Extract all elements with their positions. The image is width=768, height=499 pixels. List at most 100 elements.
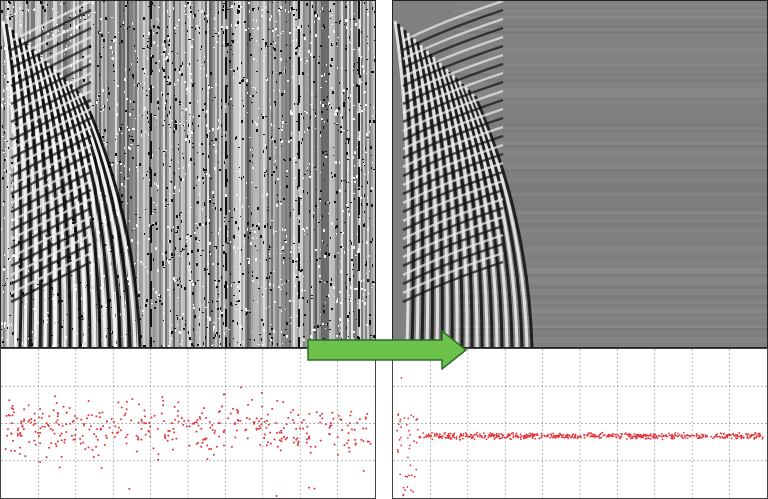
data-point — [174, 418, 177, 421]
data-point — [236, 410, 239, 413]
data-point — [205, 416, 208, 419]
data-point — [321, 412, 324, 415]
data-point — [619, 437, 621, 440]
data-point — [48, 446, 51, 449]
data-point — [406, 437, 409, 439]
data-point — [131, 398, 134, 401]
data-point — [519, 433, 522, 436]
data-point — [260, 423, 263, 426]
data-point — [140, 420, 143, 423]
data-point — [20, 422, 23, 425]
data-point — [444, 436, 447, 439]
data-point — [410, 414, 413, 416]
data-point — [398, 438, 401, 441]
data-point — [441, 437, 443, 440]
data-point — [162, 399, 165, 402]
data-point — [102, 424, 105, 427]
data-point — [125, 400, 128, 403]
data-point — [302, 419, 305, 422]
data-point — [362, 427, 365, 430]
data-point — [341, 428, 344, 431]
data-point — [244, 429, 247, 432]
data-point — [574, 434, 577, 436]
data-point — [97, 454, 100, 457]
data-point — [56, 415, 59, 418]
data-point — [280, 429, 283, 432]
data-point — [308, 486, 311, 489]
data-point — [137, 421, 140, 424]
data-point — [209, 426, 212, 429]
data-point — [529, 432, 531, 435]
data-point — [453, 432, 456, 435]
data-point — [91, 448, 94, 451]
data-point — [686, 434, 689, 437]
data-point — [48, 415, 51, 418]
data-point — [605, 435, 608, 438]
data-point — [356, 421, 359, 424]
data-point — [41, 425, 44, 428]
data-point — [12, 408, 15, 411]
data-point — [217, 422, 220, 425]
data-point — [230, 445, 233, 448]
data-point — [236, 419, 239, 422]
data-point — [747, 437, 749, 439]
data-point — [476, 431, 479, 434]
data-point — [543, 435, 546, 438]
data-point — [493, 438, 496, 440]
data-point — [366, 412, 369, 415]
data-point — [415, 441, 418, 444]
data-point — [140, 427, 143, 430]
data-point — [407, 417, 410, 420]
data-point — [449, 438, 452, 441]
scatter-chart-before — [1, 349, 375, 498]
data-point — [167, 429, 170, 432]
data-point — [566, 436, 569, 439]
data-point — [82, 441, 85, 444]
data-point — [33, 419, 36, 422]
data-point — [614, 433, 617, 436]
data-point — [506, 435, 509, 437]
data-point — [676, 432, 679, 435]
data-point — [683, 435, 686, 437]
data-point — [32, 423, 35, 426]
data-point — [640, 435, 643, 438]
data-point — [364, 417, 367, 420]
data-point — [269, 431, 272, 434]
data-point — [512, 435, 515, 438]
data-point — [684, 436, 687, 439]
data-point — [198, 415, 201, 418]
data-point — [523, 437, 525, 440]
data-point — [527, 434, 530, 437]
data-point — [735, 434, 737, 436]
data-point — [144, 415, 147, 418]
data-point — [470, 437, 473, 439]
data-point — [87, 400, 90, 403]
data-point — [721, 436, 724, 438]
data-point — [427, 435, 430, 438]
data-point — [638, 435, 641, 437]
data-point — [515, 432, 518, 435]
data-point — [264, 433, 267, 436]
data-point — [583, 437, 586, 439]
data-point — [34, 430, 37, 433]
data-point — [248, 417, 251, 420]
data-point — [87, 414, 90, 417]
data-point — [629, 437, 632, 440]
data-point — [34, 422, 37, 425]
data-point — [493, 433, 496, 436]
data-point — [662, 435, 665, 438]
data-point — [733, 434, 735, 437]
data-point — [452, 433, 454, 436]
data-point — [302, 427, 305, 430]
data-point — [197, 424, 200, 427]
data-point — [12, 411, 15, 414]
data-point — [354, 438, 357, 441]
data-point — [283, 435, 286, 438]
data-point — [459, 438, 461, 441]
data-point — [319, 414, 322, 417]
data-point — [135, 434, 138, 437]
data-point — [45, 422, 48, 425]
data-point — [124, 436, 127, 439]
data-point — [65, 431, 68, 434]
data-point — [183, 419, 186, 422]
